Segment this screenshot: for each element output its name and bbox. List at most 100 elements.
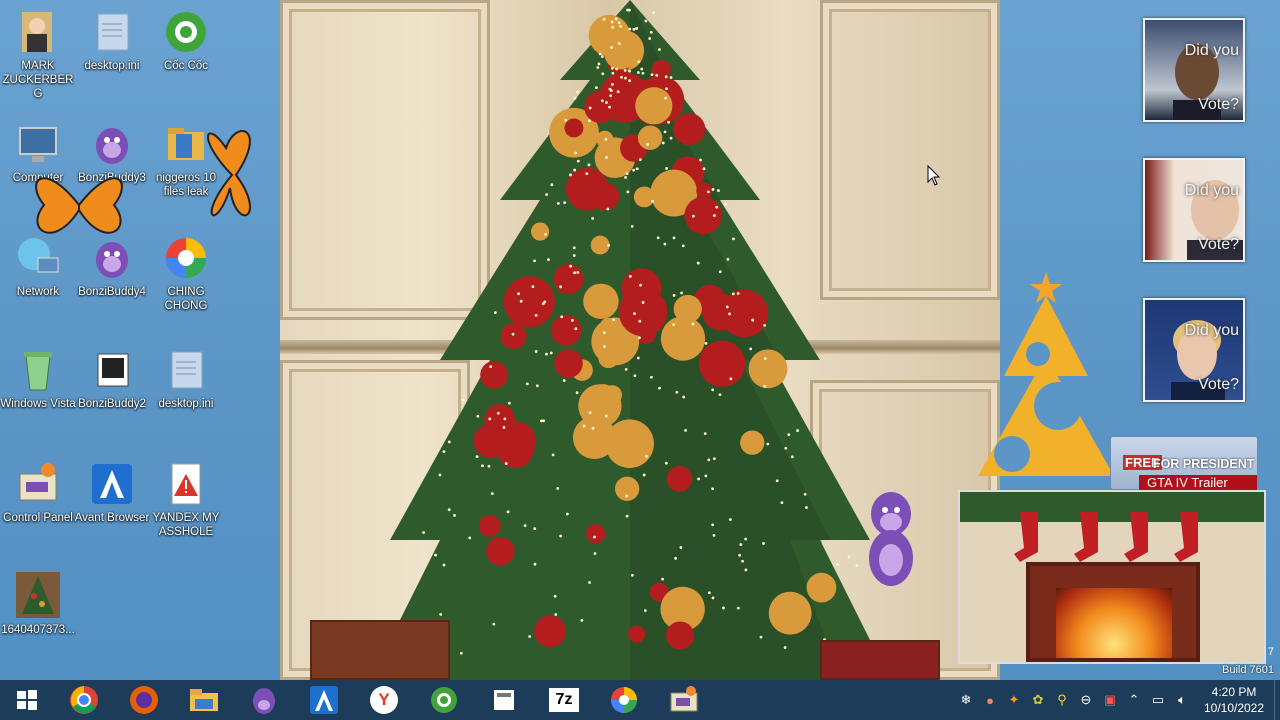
tree-light <box>805 506 808 509</box>
christmas-tree <box>370 0 890 680</box>
desktop-icon-bonzi2[interactable]: BonziBuddy2 <box>74 346 150 411</box>
ini-file-icon <box>162 346 210 394</box>
tree-light <box>707 591 711 595</box>
tree-light <box>712 533 716 537</box>
tree-light <box>605 155 608 159</box>
tree-light <box>744 568 748 572</box>
desktop-icon-ini2[interactable]: desktop.ini <box>148 346 224 411</box>
tree-light <box>506 510 510 514</box>
tray-app-icon[interactable]: ● <box>978 680 1002 720</box>
tree-light <box>442 563 446 567</box>
shortcut-icon <box>88 346 136 394</box>
ornament <box>698 340 746 387</box>
tree-light <box>736 292 740 295</box>
tree-light <box>636 71 640 74</box>
start-button[interactable] <box>0 680 54 720</box>
desktop-icon-control[interactable]: Control Panel <box>0 460 76 525</box>
show-hidden-icons[interactable]: ⌃ <box>1122 680 1146 720</box>
tree-light <box>711 188 715 191</box>
desktop-icon-image[interactable]: 1640407373... <box>0 572 76 637</box>
desktop-icon-ching[interactable]: CHING CHONG <box>148 234 224 313</box>
tree-light <box>591 426 595 430</box>
tree-light <box>655 73 659 77</box>
tree-light <box>715 205 719 209</box>
taskbar-file[interactable] <box>474 680 534 720</box>
taskbar-7zip[interactable]: 7z <box>534 680 594 720</box>
tree-light <box>703 432 707 435</box>
taskbar-explorer[interactable] <box>174 680 234 720</box>
vote-widget-3[interactable]: Did you Vote? <box>1143 298 1245 402</box>
taskbar-control-panel[interactable] <box>654 680 714 720</box>
president-banner[interactable]: FREE FOR PRESIDENT GTA IV Trailer <box>1110 436 1258 491</box>
tree-light <box>573 168 577 172</box>
tree-light <box>635 167 639 171</box>
tray-app-icon[interactable]: ▣ <box>1098 680 1122 720</box>
tree-light <box>517 292 521 296</box>
vote-widget-1[interactable]: Did you Vote? <box>1143 18 1245 122</box>
chrome-icon <box>70 686 98 714</box>
desktop-icon-avant[interactable]: Avant Browser <box>74 460 150 525</box>
taskbar-firefox[interactable] <box>114 680 174 720</box>
tray-app-icon[interactable]: ⊖ <box>1074 680 1098 720</box>
taskbar-bonzibuddy[interactable] <box>234 680 294 720</box>
tree-light <box>528 635 532 638</box>
tree-light <box>663 242 667 246</box>
desktop-icon-coccoc[interactable]: Cốc Cốc <box>148 8 224 73</box>
tree-light <box>628 79 632 83</box>
tree-light <box>712 214 716 218</box>
control-panel-icon <box>14 460 62 508</box>
butterfly-tray-icon[interactable]: ✦ <box>1002 680 1026 720</box>
tree-light <box>573 271 576 275</box>
gta-trailer-link[interactable]: GTA IV Trailer <box>1139 475 1257 491</box>
fireplace-gadget[interactable] <box>958 490 1266 664</box>
desktop-icon-ini1[interactable]: desktop.ini <box>74 8 150 73</box>
tree-light <box>533 562 537 566</box>
tree-light <box>569 173 572 177</box>
tree-light <box>447 440 451 444</box>
desktop-icon-yandex[interactable]: YANDEX MY ASSHOLE <box>148 460 224 539</box>
tray-app-icon[interactable]: ✿ <box>1026 680 1050 720</box>
tree-light <box>638 319 642 323</box>
bonzibuddy-character[interactable] <box>855 488 927 598</box>
tree-light <box>468 536 472 540</box>
taskbar-avant[interactable] <box>294 680 354 720</box>
tree-light <box>519 299 523 303</box>
tree-light <box>680 291 683 295</box>
search-tray-icon[interactable]: ⚲ <box>1050 680 1074 720</box>
tree-light <box>704 341 708 345</box>
tree-light <box>523 524 527 528</box>
tree-light <box>545 352 548 356</box>
tree-light <box>729 377 733 381</box>
show-desktop-button[interactable] <box>1274 680 1280 720</box>
tree-light <box>628 27 632 31</box>
vote-widget-2[interactable]: Did you Vote? <box>1143 158 1245 262</box>
desktop-icon-vista[interactable]: Windows Vista <box>0 346 76 411</box>
tree-light <box>556 487 560 490</box>
tree-light <box>669 76 673 79</box>
taskbar-coccoc[interactable] <box>414 680 474 720</box>
avant-browser-icon <box>88 460 136 508</box>
tree-light <box>439 612 443 616</box>
colorful-app-icon <box>611 687 637 713</box>
taskbar-chrome[interactable] <box>54 680 114 720</box>
tree-light <box>533 259 536 263</box>
christmas-tree-gadget[interactable] <box>958 266 1134 480</box>
network-tray-icon[interactable]: ▭ <box>1146 680 1170 720</box>
taskbar-colorful-app[interactable] <box>594 680 654 720</box>
volume-icon[interactable]: 🔈︎ <box>1170 680 1194 720</box>
ornament <box>748 349 788 389</box>
taskbar-yandex[interactable]: Y <box>354 680 414 720</box>
tree-light <box>646 143 650 146</box>
desktop-icon-mark[interactable]: MARK ZUCKERBERG <box>0 8 76 101</box>
ornament <box>534 615 566 648</box>
tree-light <box>553 594 557 598</box>
tree-light <box>576 271 580 274</box>
snowflake-icon[interactable]: ❄ <box>954 680 978 720</box>
tree-light <box>739 543 743 546</box>
desktop[interactable]: MARK ZUCKERBERG desktop.ini Cốc Cốc Comp… <box>0 0 1280 680</box>
clock[interactable]: 4:20 PM 10/10/2022 <box>1194 684 1274 716</box>
ornament <box>666 466 693 492</box>
tree-light <box>636 356 640 360</box>
tree-light <box>461 398 465 402</box>
tree-light <box>728 518 732 521</box>
